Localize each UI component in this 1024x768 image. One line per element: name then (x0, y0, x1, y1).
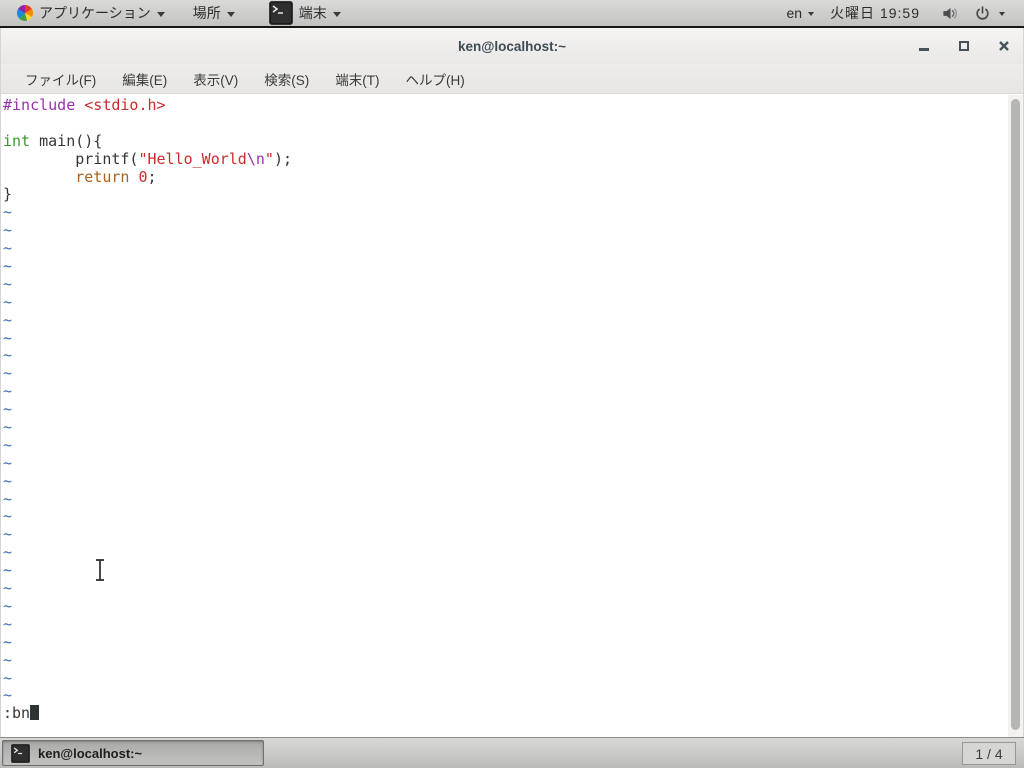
menubar-item[interactable]: 表示(V) (180, 64, 251, 93)
scrollbar-thumb[interactable] (1011, 99, 1020, 730)
empty-line-tilde: ~ (3, 294, 1007, 312)
empty-line-tilde: ~ (3, 580, 1007, 598)
power-icon (974, 5, 991, 22)
terminal-window: ken@localhost:~ ファイル(F)編集(E)表示(V)検索(S)端末… (0, 28, 1024, 737)
empty-line-tilde: ~ (3, 473, 1007, 491)
code-line: int main(){ (3, 133, 1007, 151)
empty-line-tilde: ~ (3, 526, 1007, 544)
minimize-button[interactable] (917, 39, 931, 53)
taskbar-window-label: ken@localhost:~ (38, 746, 142, 761)
applications-pinwheel-icon (17, 5, 33, 21)
vim-buffer: #include <stdio.h> int main(){ printf("H… (3, 97, 1007, 723)
close-button[interactable] (997, 39, 1011, 53)
code-line: #include <stdio.h> (3, 97, 1007, 115)
speaker-icon (941, 4, 960, 23)
menubar-item[interactable]: 検索(S) (251, 64, 322, 93)
keyboard-layout-indicator[interactable]: en (776, 0, 816, 26)
empty-line-tilde: ~ (3, 365, 1007, 383)
keyboard-layout-label: en (786, 5, 802, 21)
clock[interactable]: 火曜日 19:59 (816, 3, 934, 23)
empty-line-tilde: ~ (3, 544, 1007, 562)
places-menu-label: 場所 (193, 3, 221, 23)
empty-line-tilde: ~ (3, 401, 1007, 419)
bottom-taskbar: ken@localhost:~ 1 / 4 (0, 737, 1024, 768)
empty-line-tilde: ~ (3, 383, 1007, 401)
mouse-ibeam-cursor (93, 558, 107, 587)
system-menu-button[interactable] (967, 5, 1012, 22)
chevron-down-icon (157, 12, 165, 17)
maximize-button[interactable] (957, 39, 971, 53)
empty-line-tilde: ~ (3, 240, 1007, 258)
empty-line-tilde: ~ (3, 347, 1007, 365)
workspace-indicator[interactable]: 1 / 4 (962, 742, 1016, 765)
empty-line-tilde: ~ (3, 222, 1007, 240)
places-menu[interactable]: 場所 (183, 0, 245, 26)
menu-bar: ファイル(F)編集(E)表示(V)検索(S)端末(T)ヘルプ(H) (1, 64, 1023, 94)
empty-line-tilde: ~ (3, 491, 1007, 509)
window-title: ken@localhost:~ (458, 39, 566, 54)
empty-line-tilde: ~ (3, 616, 1007, 634)
code-line (3, 115, 1007, 133)
minimize-icon (919, 48, 929, 51)
empty-line-tilde: ~ (3, 419, 1007, 437)
code-line: printf("Hello_World\n"); (3, 151, 1007, 169)
terminal-icon (269, 1, 293, 25)
empty-line-tilde: ~ (3, 634, 1007, 652)
empty-line-tilde: ~ (3, 330, 1007, 348)
empty-line-tilde: ~ (3, 508, 1007, 526)
workspace-indicator-label: 1 / 4 (975, 746, 1002, 762)
terminal-screen[interactable]: #include <stdio.h> int main(){ printf("H… (1, 95, 1023, 737)
applications-menu-label: アプリケーション (39, 3, 151, 23)
title-bar[interactable]: ken@localhost:~ (1, 28, 1023, 64)
top-panel: アプリケーション 場所 端末 en 火曜日 19:59 (0, 0, 1024, 28)
empty-line-tilde: ~ (3, 204, 1007, 222)
volume-button[interactable] (934, 4, 967, 23)
empty-line-tilde: ~ (3, 687, 1007, 705)
empty-line-tilde: ~ (3, 312, 1007, 330)
active-app-menu[interactable]: 端末 (259, 0, 351, 26)
menubar-item[interactable]: 端末(T) (322, 64, 392, 93)
empty-line-tilde: ~ (3, 437, 1007, 455)
empty-line-tilde: ~ (3, 652, 1007, 670)
maximize-icon (959, 41, 969, 51)
empty-line-tilde: ~ (3, 670, 1007, 688)
menubar-item[interactable]: ヘルプ(H) (393, 64, 478, 93)
active-app-menu-label: 端末 (299, 3, 327, 23)
chevron-down-icon (999, 12, 1005, 16)
code-line: } (3, 186, 1007, 204)
empty-line-tilde: ~ (3, 562, 1007, 580)
empty-line-tilde: ~ (3, 276, 1007, 294)
menubar-item[interactable]: 編集(E) (109, 64, 180, 93)
empty-line-tilde: ~ (3, 598, 1007, 616)
taskbar-window-button[interactable]: ken@localhost:~ (2, 740, 264, 766)
chevron-down-icon (808, 12, 814, 16)
close-icon (998, 40, 1010, 52)
empty-line-tilde: ~ (3, 258, 1007, 276)
applications-menu[interactable]: アプリケーション (7, 0, 175, 26)
code-line: return 0; (3, 169, 1007, 187)
terminal-block-cursor (30, 705, 39, 720)
menubar-item[interactable]: ファイル(F) (12, 64, 109, 93)
chevron-down-icon (333, 12, 341, 17)
scrollbar[interactable] (1008, 95, 1023, 737)
terminal-icon (11, 744, 30, 763)
chevron-down-icon (227, 12, 235, 17)
vim-command-line: :bn (3, 705, 1007, 723)
empty-line-tilde: ~ (3, 455, 1007, 473)
